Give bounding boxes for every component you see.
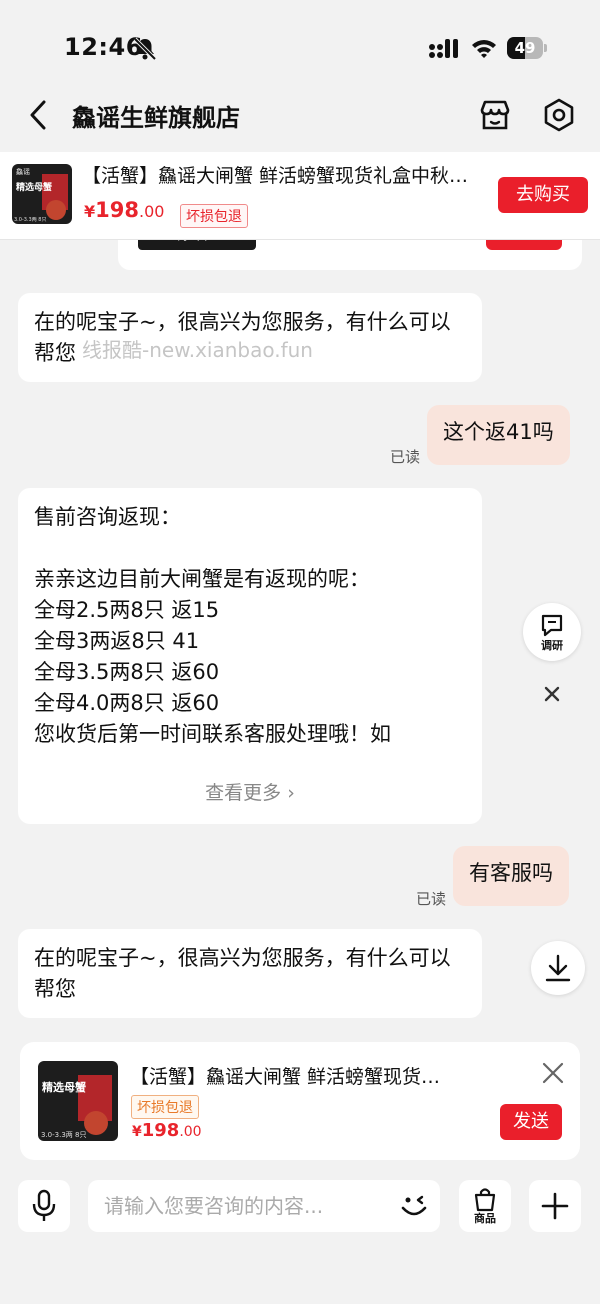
product-thumb-spec: 3.0-3.3两 8只 <box>14 217 46 223</box>
wifi-icon <box>472 40 496 58</box>
plus-icon <box>541 1192 569 1220</box>
goods-label: 商品 <box>474 1212 496 1225</box>
product-card-thumb-text: 精选母蟹 <box>42 1080 86 1094</box>
more-options-button[interactable] <box>529 1180 581 1232</box>
pinned-product-title[interactable]: 【活蟹】鱻谣大闸蟹 鲜活螃蟹现货礼盒中秋… <box>82 161 492 188</box>
rebate-line: 全母3.5两8只 返60 <box>34 660 220 684</box>
microphone-icon <box>32 1189 56 1221</box>
product-card-tag: 坏损包退 <box>131 1095 199 1119</box>
battery-level: 49 <box>514 39 536 57</box>
message-bubble-shop-rebate: 售前咨询返现： 亲亲这边目前大闸蟹是有返现的呢： 全母2.5两8只 返15 全母… <box>18 488 482 824</box>
rebate-line: 全母2.5两8只 返15 <box>34 598 220 622</box>
send-button[interactable]: 发送 <box>500 1104 562 1140</box>
rebate-line: 全母4.0两8只 返60 <box>34 691 220 715</box>
bell-off-icon <box>133 37 157 61</box>
rebate-line <box>34 533 466 564</box>
download-arrow-icon <box>545 954 571 982</box>
pinned-product-price: ¥198.00 <box>84 198 165 222</box>
rebate-line: 亲亲这边目前大闸蟹是有返现的呢： <box>34 567 370 591</box>
product-thumb-text: 精选母蟹 <box>16 181 52 193</box>
emoji-icon[interactable] <box>398 1190 430 1222</box>
message-bubble-shop: 在的呢宝子~，很高兴为您服务，有什么可以帮您 <box>18 929 482 1018</box>
rebate-line: 售前咨询返现： <box>34 505 181 529</box>
voice-input-button[interactable] <box>18 1180 70 1232</box>
rebate-line: 您收货后第一时间联系客服处理哦！如 <box>34 722 391 746</box>
battery-indicator: 49 <box>507 37 547 59</box>
product-card-price: ¥198.00 <box>132 1120 202 1141</box>
survey-label: 调研 <box>541 639 563 652</box>
buy-button[interactable]: 去购买 <box>498 177 588 213</box>
message-bubble-user: 有客服吗 <box>453 846 569 906</box>
goods-button[interactable]: 商品 <box>459 1180 511 1232</box>
store-icon[interactable] <box>476 96 514 134</box>
product-card-thumb-spec: 3.0-3.3两 8只 <box>41 1131 86 1139</box>
page-title: 鱻谣生鲜旗舰店 <box>72 104 240 132</box>
product-card-thumbnail[interactable]: 精选母蟹 3.0-3.3两 8只 <box>38 1061 118 1141</box>
settings-hexagon-icon[interactable] <box>540 96 578 134</box>
survey-icon <box>541 614 563 637</box>
read-receipt: 已读 <box>390 448 421 466</box>
product-thumbnail[interactable]: 鱻谣 精选母蟹 3.0-3.3两 8只 <box>12 164 72 224</box>
back-chevron-icon[interactable] <box>24 96 52 134</box>
watermark: 线报酷-new.xianbao.fun <box>82 338 313 362</box>
message-input[interactable]: 请输入您要咨询的内容... <box>88 1180 440 1232</box>
see-more-link[interactable]: 查看更多 › <box>18 778 482 805</box>
survey-button[interactable]: 调研 <box>523 603 581 661</box>
product-thumb-brand: 鱻谣 <box>16 167 30 176</box>
message-bubble-user: 这个返41吗 <box>427 405 570 465</box>
close-card-icon[interactable] <box>540 1060 566 1086</box>
shopping-bag-icon <box>474 1188 496 1212</box>
read-receipt: 已读 <box>416 890 447 908</box>
cellular-signal-icon <box>429 39 458 58</box>
rebate-line: 全母3两返8只 41 <box>34 629 200 653</box>
return-guarantee-tag: 坏损包退 <box>180 204 248 228</box>
close-icon[interactable] <box>538 680 566 708</box>
scroll-to-bottom-button[interactable] <box>531 941 585 995</box>
product-card-title[interactable]: 【活蟹】鱻谣大闸蟹 鲜活螃蟹现货… <box>130 1062 490 1089</box>
